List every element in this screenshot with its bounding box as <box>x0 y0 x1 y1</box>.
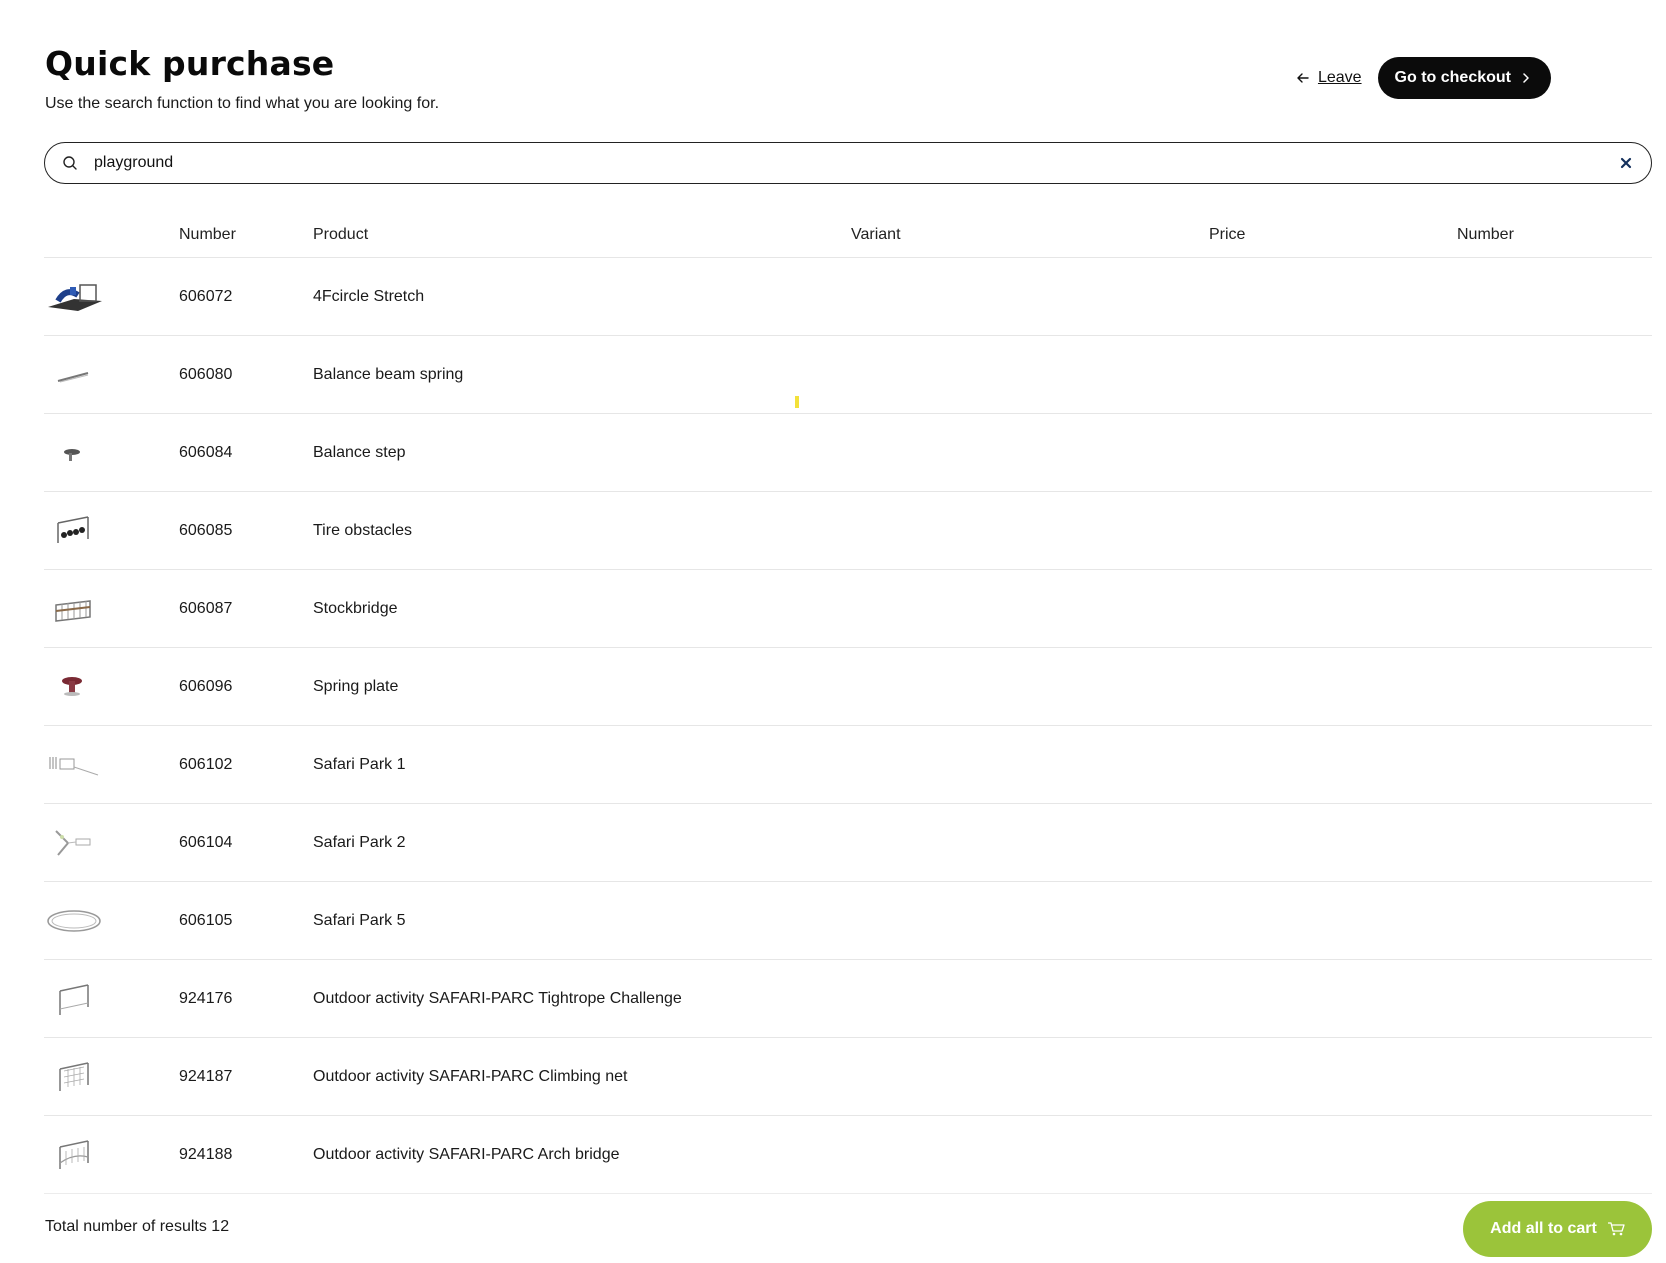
product-number: 606072 <box>179 287 233 305</box>
leave-label: Leave <box>1317 69 1362 86</box>
product-thumbnail-cell <box>44 1135 179 1175</box>
table-row[interactable]: 606084 Balance step <box>44 414 1652 492</box>
table-row[interactable]: 924188 Outdoor activity SAFARI-PARC Arch… <box>44 1116 1652 1194</box>
page-header: Quick purchase Use the search function t… <box>45 44 439 113</box>
results-table: Number Product Variant Price Number 6060… <box>44 212 1652 1194</box>
table-row[interactable]: 606102 Safari Park 1 <box>44 726 1652 804</box>
table-row[interactable]: 606085 Tire obstacles <box>44 492 1652 570</box>
table-row[interactable]: 606072 4Fcircle Stretch <box>44 258 1652 336</box>
header-number: Number <box>179 225 236 243</box>
checkout-label: Go to checkout <box>1394 69 1511 86</box>
product-number: 606096 <box>179 677 233 695</box>
product-thumbnail-cell <box>44 979 179 1019</box>
product-thumbnail-cell <box>44 433 179 473</box>
table-row[interactable]: 606105 Safari Park 5 <box>44 882 1652 960</box>
product-number: 606087 <box>179 599 233 617</box>
product-thumbnail-cell <box>44 589 179 629</box>
header-quantity: Number <box>1457 225 1514 243</box>
leave-link[interactable]: Leave <box>1296 69 1362 87</box>
add-all-to-cart-button[interactable]: Add all to cart <box>1463 1201 1652 1257</box>
total-results: Total number of results 12 <box>45 1218 230 1235</box>
product-number: 606080 <box>179 365 233 383</box>
product-image-icon <box>55 829 91 856</box>
product-number: 924188 <box>179 1145 233 1163</box>
product-name[interactable]: Spring plate <box>313 678 851 696</box>
search-icon <box>63 156 77 170</box>
product-thumbnail-cell <box>44 745 179 785</box>
search-input[interactable] <box>92 147 1619 179</box>
product-thumbnail-cell <box>44 511 179 551</box>
product-name[interactable]: Outdoor activity SAFARI-PARC Arch bridge <box>313 1146 851 1164</box>
product-image-icon <box>64 448 80 461</box>
product-number: 606104 <box>179 833 233 851</box>
search-bar <box>44 142 1652 184</box>
go-to-checkout-button[interactable]: Go to checkout <box>1377 57 1551 99</box>
header-product: Product <box>313 225 369 243</box>
table-header: Number Product Variant Price Number <box>44 212 1652 258</box>
product-thumbnail-cell <box>44 355 179 395</box>
add-all-label: Add all to cart <box>1490 1220 1597 1237</box>
product-image-icon <box>49 756 99 775</box>
cart-icon <box>1607 1222 1625 1236</box>
chevron-right-icon <box>1523 73 1529 83</box>
close-icon[interactable] <box>1619 156 1633 170</box>
table-row[interactable]: 924187 Outdoor activity SAFARI-PARC Clim… <box>44 1038 1652 1116</box>
product-thumbnail-cell <box>44 667 179 707</box>
product-name[interactable]: Tire obstacles <box>313 522 851 540</box>
product-name[interactable]: Outdoor activity SAFARI-PARC Climbing ne… <box>313 1068 851 1086</box>
product-image-icon <box>59 1139 89 1169</box>
product-image-icon <box>59 983 89 1015</box>
product-image-icon <box>57 515 89 543</box>
header-variant: Variant <box>851 225 901 243</box>
product-image-icon <box>47 909 101 932</box>
product-thumbnail-cell <box>44 277 179 317</box>
table-row[interactable]: 606096 Spring plate <box>44 648 1652 726</box>
product-name[interactable]: Balance beam spring <box>313 366 851 384</box>
header-price: Price <box>1209 225 1246 243</box>
product-number: 924176 <box>179 989 233 1007</box>
product-name[interactable]: 4Fcircle Stretch <box>313 288 851 306</box>
product-name[interactable]: Outdoor activity SAFARI-PARC Tightrope C… <box>313 990 851 1008</box>
product-number: 606085 <box>179 521 233 539</box>
product-number: 606102 <box>179 755 233 773</box>
arrow-left-icon <box>1297 73 1309 83</box>
product-thumbnail-cell <box>44 823 179 863</box>
product-image-icon <box>59 1061 89 1091</box>
top-actions: Leave Go to checkout <box>1296 57 1551 99</box>
product-thumbnail-cell <box>44 901 179 941</box>
page-subtitle: Use the search function to find what you… <box>45 95 440 112</box>
product-thumbnail-cell <box>44 1057 179 1097</box>
product-name[interactable]: Stockbridge <box>313 600 851 618</box>
product-name[interactable]: Safari Park 5 <box>313 912 851 930</box>
product-number: 924187 <box>179 1067 233 1085</box>
table-row[interactable]: 924176 Outdoor activity SAFARI-PARC Tigh… <box>44 960 1652 1038</box>
product-number: 606084 <box>179 443 233 461</box>
table-row[interactable]: 606104 Safari Park 2 <box>44 804 1652 882</box>
product-image-icon <box>57 371 89 382</box>
product-image-icon <box>62 676 82 696</box>
page-title: Quick purchase <box>45 44 335 83</box>
table-row[interactable]: 606080 Balance beam spring <box>44 336 1652 414</box>
product-image-icon <box>48 283 102 311</box>
product-name[interactable]: Safari Park 1 <box>313 756 851 774</box>
product-number: 606105 <box>179 911 233 929</box>
product-name[interactable]: Safari Park 2 <box>313 834 851 852</box>
product-image-icon <box>55 599 91 622</box>
quick-purchase-page: Quick purchase Use the search function t… <box>0 0 1666 1263</box>
table-row[interactable]: 606087 Stockbridge <box>44 570 1652 648</box>
product-name[interactable]: Balance step <box>313 444 851 462</box>
